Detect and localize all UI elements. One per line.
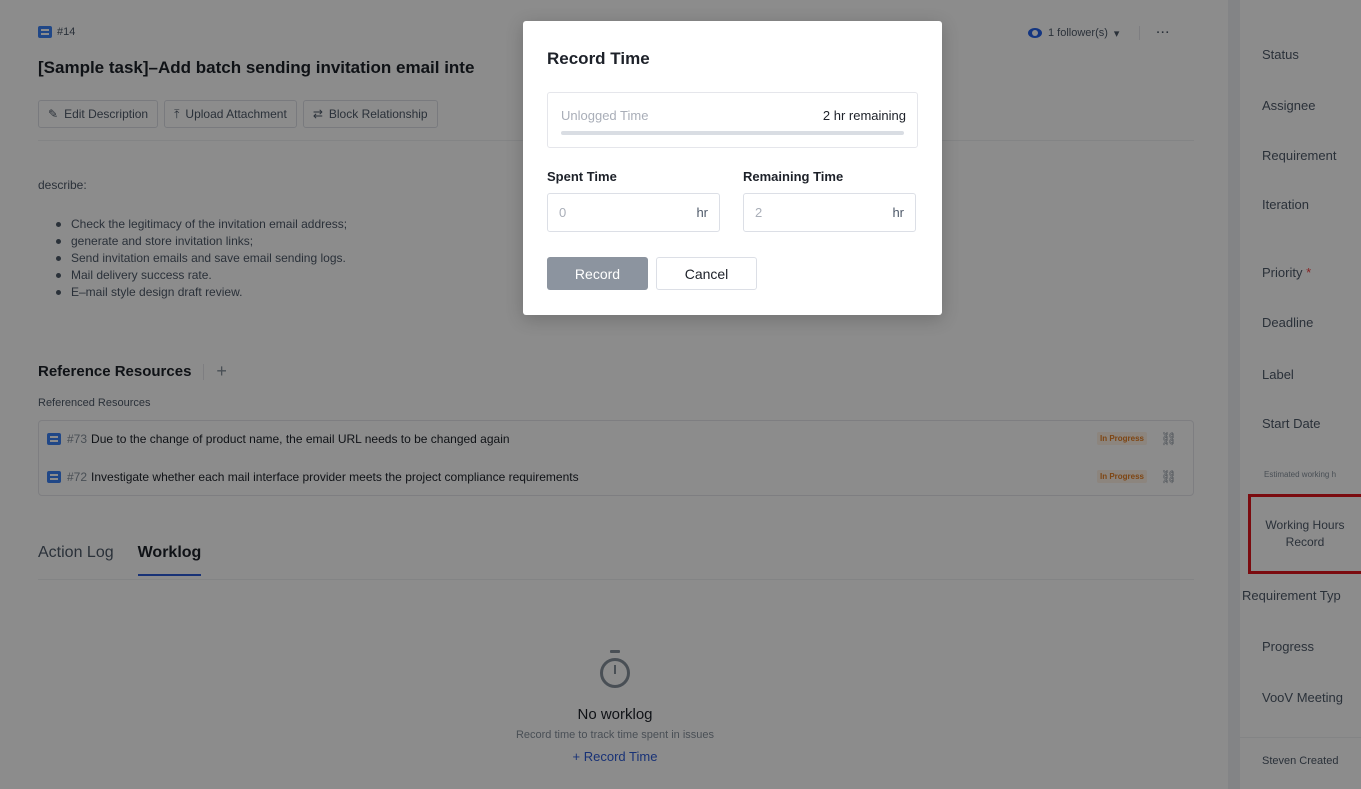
spent-time-label: Spent Time bbox=[547, 169, 617, 184]
remaining-time-value[interactable]: 2 bbox=[755, 205, 762, 220]
remaining-time-field[interactable]: 2 hr bbox=[743, 193, 916, 232]
remaining-time-unit: hr bbox=[892, 205, 904, 220]
unlogged-time-label: Unlogged Time bbox=[561, 108, 649, 123]
spent-time-unit: hr bbox=[696, 205, 708, 220]
unlogged-time-summary: Unlogged Time 2 hr remaining bbox=[547, 92, 918, 148]
remaining-time-label: Remaining Time bbox=[743, 169, 844, 184]
dialog-title: Record Time bbox=[547, 49, 650, 68]
unlogged-time-value: 2 hr remaining bbox=[822, 108, 906, 123]
record-button[interactable]: Record bbox=[547, 257, 648, 290]
cancel-button[interactable]: Cancel bbox=[656, 257, 757, 290]
record-time-dialog: Record Time Unlogged Time 2 hr remaining… bbox=[523, 21, 942, 315]
spent-time-field[interactable]: 0 hr bbox=[547, 193, 720, 232]
unlogged-progress-bar bbox=[561, 131, 904, 135]
spent-time-value[interactable]: 0 bbox=[559, 205, 566, 220]
